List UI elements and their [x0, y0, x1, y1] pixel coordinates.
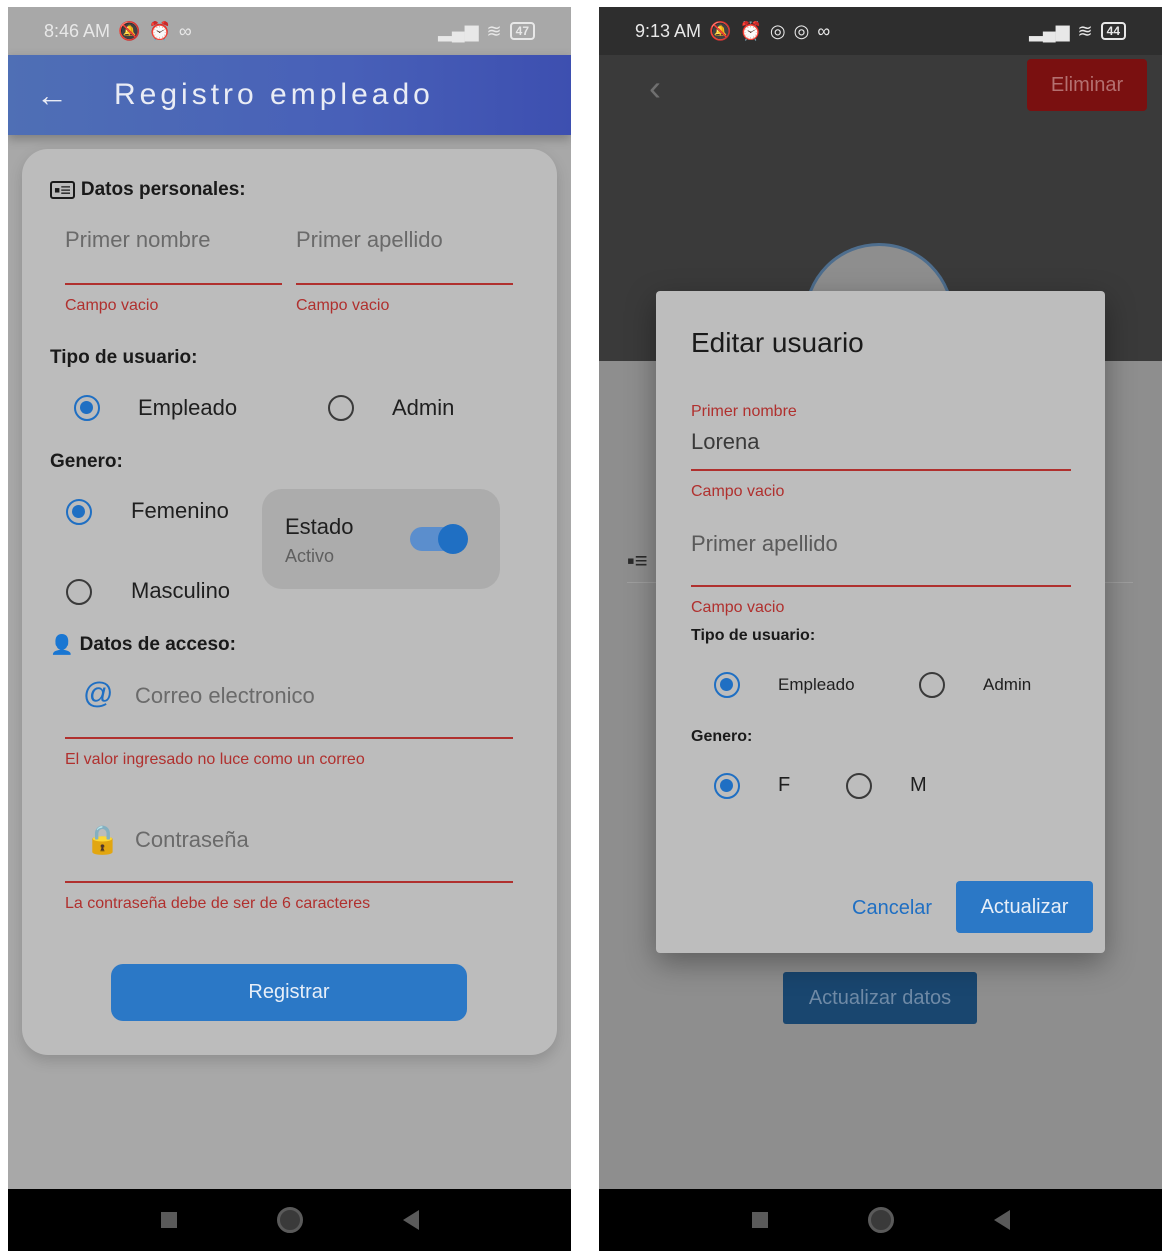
radio-masculino-label: Masculino	[131, 578, 231, 603]
back-icon[interactable]	[993, 1210, 1010, 1230]
alarm-off-icon: 🔕	[118, 20, 141, 41]
wifi-icon: ≋	[1077, 20, 1093, 41]
last-name-error: Campo vacio	[691, 599, 785, 616]
recents-icon[interactable]	[751, 1212, 768, 1228]
status-time: 9:13 AM	[635, 20, 702, 41]
battery-icon: 44	[1100, 22, 1126, 40]
last-name-field[interactable]: Primer apellido	[296, 227, 513, 285]
register-button[interactable]: Registrar	[111, 964, 467, 1021]
home-icon[interactable]	[867, 1207, 894, 1233]
at-sign-icon: @	[83, 677, 114, 710]
gender-heading: Genero:	[50, 451, 123, 472]
radio-admin[interactable]	[919, 672, 945, 698]
page-title: Registro empleado	[114, 78, 434, 111]
cancel-button[interactable]: Cancelar	[852, 897, 932, 920]
edit-user-screen: 9:13 AM 🔕 ⏰ ◎ ◎ ∞ ▂▄▆ ≋ 44 ‹ Eliminar ▪≡…	[599, 7, 1162, 1251]
radio-femenino-label: Femenino	[131, 498, 229, 523]
alarm-off-icon: 🔕	[709, 20, 732, 41]
last-name-field[interactable]: Primer apellido	[691, 527, 1071, 587]
alarm-icon: ⏰	[739, 20, 762, 41]
password-field[interactable]: 🔒 Contraseña	[65, 813, 513, 883]
access-data-heading: 👤 Datos de acceso:	[50, 633, 236, 657]
radio-empleado[interactable]	[74, 395, 100, 421]
user-type-heading: Tipo de usuario:	[50, 347, 198, 368]
email-error: El valor ingresado no luce como un corre…	[65, 751, 365, 768]
id-card-icon: ▪≡	[50, 181, 75, 199]
radio-f-label: F	[778, 774, 791, 796]
arrow-left-icon[interactable]: ←	[36, 77, 96, 114]
email-placeholder: Correo electronico	[135, 683, 315, 708]
estado-switch[interactable]	[410, 524, 468, 554]
dialog-title: Editar usuario	[691, 327, 864, 358]
email-field[interactable]: @ Correo electronico	[65, 669, 513, 739]
radio-empleado[interactable]	[714, 672, 740, 698]
user-type-heading: Tipo de usuario:	[691, 627, 816, 644]
home-icon[interactable]	[276, 1207, 303, 1233]
first-name-field[interactable]: Primer nombre	[65, 227, 282, 285]
first-name-field[interactable]: Lorena	[691, 427, 1071, 471]
signal-icon: ▂▄▆	[1029, 20, 1070, 41]
last-name-error: Campo vacio	[296, 297, 390, 314]
system-nav-bar	[8, 1189, 571, 1251]
system-nav-bar	[599, 1189, 1162, 1251]
last-name-placeholder: Primer apellido	[691, 531, 838, 556]
register-form-card: ▪≡ Datos personales: Primer nombre Prime…	[22, 149, 557, 1055]
status-bar: 8:46 AM 🔕 ⏰ ∞ ▂▄▆ ≋ 47	[8, 7, 571, 55]
first-name-error: Campo vacio	[691, 483, 785, 500]
radio-m[interactable]	[846, 773, 872, 799]
instagram-icon: ◎	[769, 20, 786, 41]
delete-button[interactable]: Eliminar	[1027, 59, 1147, 111]
voicemail-icon: ∞	[178, 20, 192, 41]
first-name-error: Campo vacio	[65, 297, 159, 314]
alarm-icon: ⏰	[148, 20, 171, 41]
radio-m-label: M	[910, 774, 927, 796]
personal-data-label: Datos personales:	[80, 179, 246, 200]
instagram-icon: ◎	[793, 20, 810, 41]
status-time: 8:46 AM	[44, 20, 111, 41]
radio-masculino[interactable]	[66, 579, 92, 605]
switch-knob	[438, 524, 468, 554]
edit-user-dialog: Editar usuario Primer nombre Lorena Camp…	[656, 291, 1105, 953]
radio-admin-label: Admin	[392, 395, 455, 420]
radio-admin[interactable]	[328, 395, 354, 421]
gender-heading: Genero:	[691, 728, 753, 745]
estado-title: Estado	[285, 514, 354, 539]
personal-data-heading: ▪≡ Datos personales:	[50, 179, 246, 201]
status-bar: 9:13 AM 🔕 ⏰ ◎ ◎ ∞ ▂▄▆ ≋ 44	[599, 7, 1162, 55]
lock-icon: 🔒	[85, 824, 120, 855]
last-name-placeholder: Primer apellido	[296, 227, 443, 252]
radio-femenino[interactable]	[66, 499, 92, 525]
password-placeholder: Contraseña	[135, 827, 249, 852]
id-card-icon: ▪≡	[627, 548, 648, 573]
voicemail-icon: ∞	[817, 20, 831, 41]
radio-empleado-label: Empleado	[138, 395, 238, 420]
back-icon[interactable]	[402, 1210, 419, 1230]
wifi-icon: ≋	[486, 20, 502, 41]
recents-icon[interactable]	[160, 1212, 177, 1228]
chevron-left-icon[interactable]: ‹	[649, 67, 661, 109]
estado-tile[interactable]: Estado Activo	[262, 489, 500, 589]
first-name-value: Lorena	[691, 429, 760, 454]
estado-subtitle: Activo	[285, 546, 335, 566]
app-bar: ← Registro empleado	[8, 55, 571, 135]
radio-admin-label: Admin	[983, 675, 1032, 694]
first-name-label: Primer nombre	[691, 403, 797, 420]
password-error: La contraseña debe de ser de 6 caractere…	[65, 895, 371, 912]
signal-icon: ▂▄▆	[438, 20, 479, 41]
update-button[interactable]: Actualizar	[956, 881, 1093, 933]
battery-icon: 47	[509, 22, 535, 40]
person-check-icon: 👤	[50, 635, 74, 656]
first-name-placeholder: Primer nombre	[65, 227, 211, 252]
register-screen: 8:46 AM 🔕 ⏰ ∞ ▂▄▆ ≋ 47 ← Registro emplea…	[8, 7, 571, 1251]
update-data-button[interactable]: Actualizar datos	[783, 972, 977, 1024]
radio-f[interactable]	[714, 773, 740, 799]
radio-empleado-label: Empleado	[778, 675, 855, 694]
access-data-label: Datos de acceso:	[79, 634, 236, 655]
